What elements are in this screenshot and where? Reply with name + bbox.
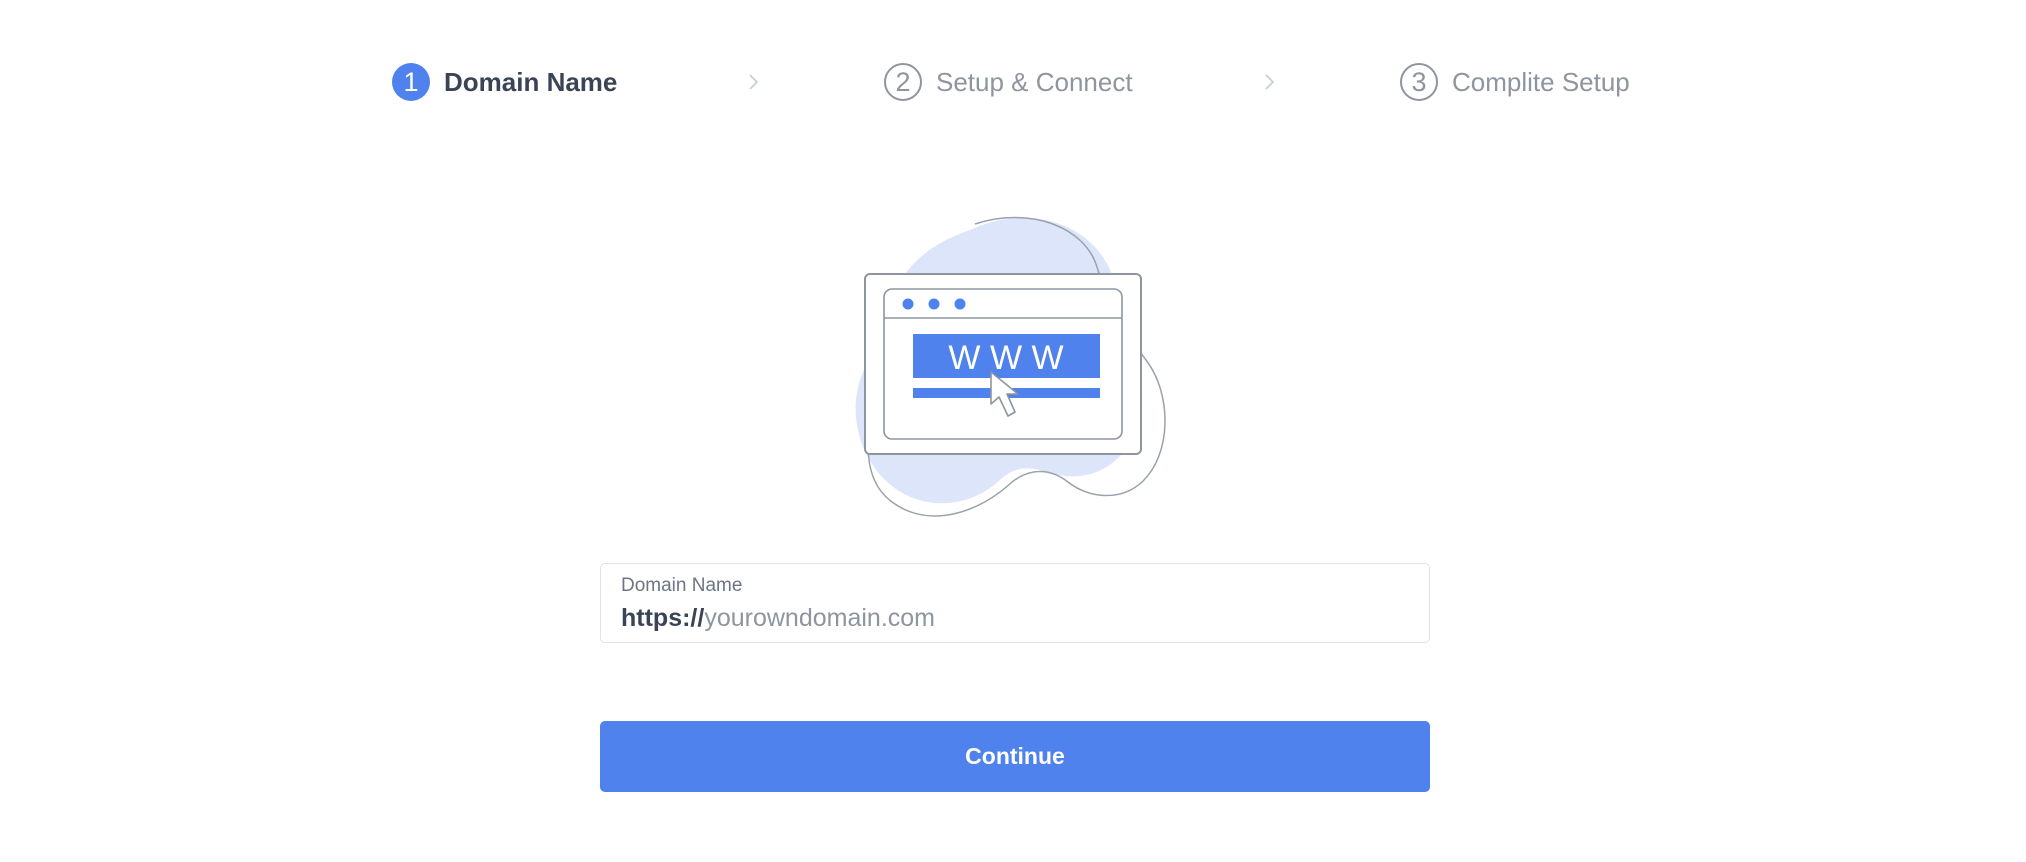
- step-label-domain-name: Domain Name: [444, 66, 618, 97]
- window-dot: [902, 298, 914, 310]
- window-dot: [928, 298, 940, 310]
- window-dot: [954, 298, 966, 310]
- continue-button[interactable]: Continue: [600, 721, 1430, 792]
- setup-stepper: 1 Domain Name 2 Setup & Connect 3 Compli…: [392, 60, 1642, 104]
- step-label-setup-connect: Setup & Connect: [936, 66, 1133, 97]
- https-prefix: https://: [621, 604, 705, 632]
- domain-input-row: https://: [621, 604, 1409, 633]
- chevron-right-icon: [749, 74, 759, 90]
- step-label-complete-setup: Complite Setup: [1452, 66, 1630, 97]
- domain-name-field[interactable]: Domain Name https://: [600, 563, 1430, 643]
- step-domain-name[interactable]: 1 Domain Name: [392, 60, 617, 104]
- step-setup-connect[interactable]: 2 Setup & Connect: [884, 60, 1133, 104]
- step-number-3: 3: [1400, 63, 1438, 101]
- www-text: W W W: [948, 339, 1063, 377]
- domain-setup-page: 1 Domain Name 2 Setup & Connect 3 Compli…: [0, 0, 2026, 862]
- step-complete-setup[interactable]: 3 Complite Setup: [1400, 60, 1630, 104]
- step-number-2: 2: [884, 63, 922, 101]
- domain-name-label: Domain Name: [621, 575, 743, 596]
- chevron-right-icon: [1265, 74, 1275, 90]
- step-number-1: 1: [392, 63, 430, 101]
- www-browser-illustration: W W W: [855, 216, 1166, 517]
- domain-name-input[interactable]: [704, 604, 1409, 633]
